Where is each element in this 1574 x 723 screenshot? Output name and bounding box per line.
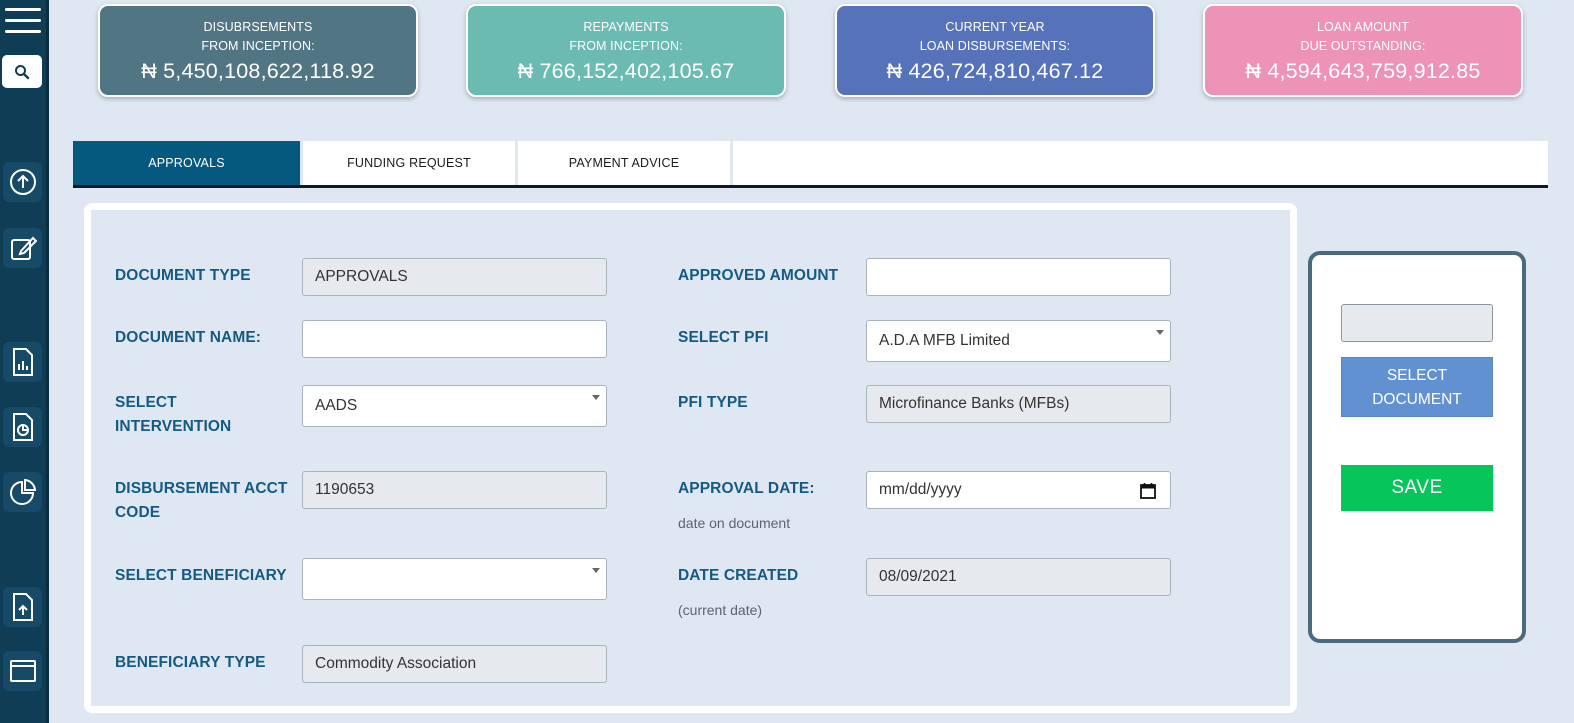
approval-form-panel: DOCUMENT TYPE APPROVALS DOCUMENT NAME: S… [84, 203, 1297, 713]
tab-payment-advice[interactable]: PAYMENT ADVICE [518, 141, 730, 185]
intervention-label-line1: SELECT [115, 394, 177, 411]
file-upload-icon[interactable] [3, 587, 42, 627]
pfi-type-label: PFI TYPE [678, 394, 748, 411]
chevron-down-icon [592, 395, 600, 400]
date-created-field[interactable]: 08/09/2021 [866, 558, 1171, 596]
select-document-button[interactable]: SELECT DOCUMENT [1341, 357, 1493, 417]
beneficiary-type-field[interactable]: Commodity Association [302, 645, 607, 683]
card-amount: ₦ 426,724,810,467.12 [886, 59, 1104, 83]
tab-bar: APPROVALS FUNDING REQUEST PAYMENT ADVICE [73, 141, 1548, 188]
intervention-label-line2: INTERVENTION [115, 418, 232, 435]
tab-approvals[interactable]: APPROVALS [73, 141, 300, 185]
pie-document-icon[interactable] [3, 407, 42, 447]
chart-document-icon[interactable] [3, 342, 42, 382]
pfi-selected-value: A.D.A MFB Limited [879, 332, 1010, 349]
search-icon[interactable] [2, 55, 42, 88]
menu-icon[interactable] [5, 8, 41, 36]
select-document-label-line2: DOCUMENT [1372, 391, 1462, 408]
disbursement-acct-label-line1: DISBURSEMENT ACCT [115, 480, 288, 497]
card-subtitle: FROM INCEPTION: [569, 39, 683, 53]
approval-date-placeholder: mm/dd/yyyy [879, 481, 962, 498]
chevron-down-icon [1156, 330, 1164, 335]
tab-divider [730, 141, 733, 185]
disbursement-acct-label-line2: CODE [115, 504, 161, 521]
disbursement-acct-field[interactable]: 1190653 [302, 471, 607, 509]
tab-funding-request[interactable]: FUNDING REQUEST [303, 141, 515, 185]
stat-card-current-year: CURRENT YEAR LOAN DISBURSEMENTS: ₦ 426,7… [835, 4, 1155, 97]
card-subtitle: DUE OUTSTANDING: [1300, 39, 1426, 53]
card-amount: ₦ 5,450,108,622,118.92 [141, 59, 375, 83]
document-type-label: DOCUMENT TYPE [115, 267, 251, 284]
card-amount: ₦ 4,594,643,759,912.85 [1245, 59, 1481, 83]
approval-date-hint: date on document [678, 515, 791, 531]
sidebar [0, 0, 49, 723]
approval-form: DOCUMENT TYPE APPROVALS DOCUMENT NAME: S… [91, 210, 1290, 706]
select-document-label-line1: SELECT [1386, 367, 1448, 384]
stat-card-disbursements: DISUBRSEMENTS FROM INCEPTION: ₦ 5,450,10… [98, 4, 418, 97]
card-subtitle: LOAN DISBURSEMENTS: [919, 39, 1071, 53]
approval-date-label: APPROVAL DATE: [678, 480, 815, 497]
card-title: CURRENT YEAR [945, 20, 1045, 34]
approval-date-input[interactable]: mm/dd/yyyy [866, 471, 1171, 509]
calendar-icon[interactable] [1140, 482, 1156, 499]
pfi-type-field[interactable]: Microfinance Banks (MFBs) [866, 385, 1171, 423]
document-name-label: DOCUMENT NAME: [115, 329, 262, 346]
card-subtitle: FROM INCEPTION: [201, 39, 315, 53]
pie-chart-icon[interactable] [3, 472, 42, 512]
upload-panel: SELECT DOCUMENT SAVE [1308, 251, 1526, 643]
card-amount: ₦ 766,152,402,105.67 [517, 59, 735, 83]
date-created-hint: (current date) [678, 602, 763, 618]
beneficiary-type-label: BENEFICIARY TYPE [115, 654, 266, 671]
chevron-down-icon [592, 568, 600, 573]
document-name-input[interactable] [302, 320, 607, 358]
window-icon[interactable] [3, 651, 42, 691]
intervention-selected-value: AADS [315, 397, 358, 414]
date-created-label: DATE CREATED [678, 567, 799, 584]
pfi-label: SELECT PFI [678, 329, 769, 346]
beneficiary-select[interactable] [302, 558, 607, 600]
save-button[interactable]: SAVE [1341, 465, 1493, 511]
card-title: DISUBRSEMENTS [203, 20, 313, 34]
upload-circle-icon[interactable] [3, 162, 42, 202]
beneficiary-label: SELECT BENEFICIARY [115, 567, 287, 584]
edit-icon[interactable] [3, 228, 42, 268]
stat-card-repayments: REPAYMENTS FROM INCEPTION: ₦ 766,152,402… [466, 4, 786, 97]
approved-amount-label: APPROVED AMOUNT [678, 267, 839, 284]
approved-amount-input[interactable] [866, 258, 1171, 296]
intervention-select[interactable]: AADS [302, 385, 607, 427]
pfi-select[interactable]: A.D.A MFB Limited [866, 320, 1171, 362]
card-title: LOAN AMOUNT [1316, 20, 1410, 34]
card-title: REPAYMENTS [583, 20, 669, 34]
selected-file-display[interactable] [1341, 304, 1493, 342]
stat-card-outstanding: LOAN AMOUNT DUE OUTSTANDING: ₦ 4,594,643… [1203, 4, 1523, 97]
document-type-field[interactable]: APPROVALS [302, 258, 607, 296]
